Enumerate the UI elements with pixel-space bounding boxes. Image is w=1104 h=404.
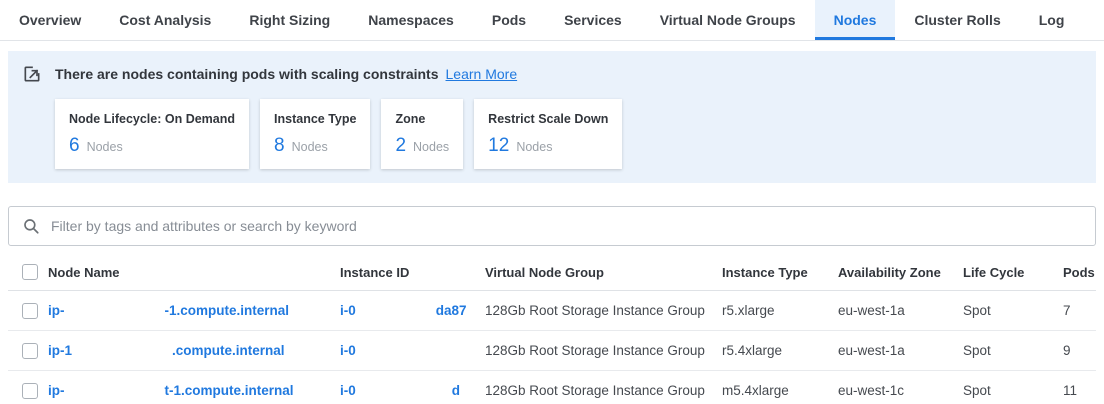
tab-pods[interactable]: Pods — [473, 0, 545, 40]
card-node-lifecycle-on-demand[interactable]: Node Lifecycle: On Demand 6 Nodes — [55, 99, 249, 169]
pods-cell: 7 — [1063, 303, 1096, 318]
col-instance-id: Instance ID — [340, 265, 485, 280]
card-unit: Nodes — [292, 140, 328, 154]
col-pods: Pods — [1063, 265, 1096, 280]
card-title: Zone — [395, 112, 449, 126]
table-row: ip--1.compute.internal i-0da87 128Gb Roo… — [8, 291, 1096, 331]
virtual-node-group-cell: 128Gb Root Storage Instance Group — [485, 303, 722, 318]
table-row: ip-t-1.compute.internal i-0d 128Gb Root … — [8, 371, 1096, 404]
instance-type-cell: r5.xlarge — [722, 303, 838, 318]
life-cycle-cell: Spot — [963, 343, 1063, 358]
table-row: ip-1.compute.internal i-0 128Gb Root Sto… — [8, 331, 1096, 371]
col-node-name: Node Name — [48, 265, 340, 280]
node-name-link[interactable]: ip-1.compute.internal — [48, 343, 340, 358]
card-count: 8 — [274, 135, 285, 157]
select-all-checkbox[interactable] — [22, 264, 38, 280]
card-zone[interactable]: Zone 2 Nodes — [381, 99, 463, 169]
row-checkbox[interactable] — [22, 343, 38, 359]
row-checkbox[interactable] — [22, 383, 38, 399]
table-header-row: Node Name Instance ID Virtual Node Group… — [8, 254, 1096, 291]
availability-zone-cell: eu-west-1a — [838, 303, 963, 318]
learn-more-link[interactable]: Learn More — [446, 66, 518, 82]
scaling-constraints-banner: There are nodes containing pods with sca… — [8, 51, 1096, 183]
search-icon — [22, 217, 40, 235]
external-link-icon — [22, 64, 42, 84]
card-count: 12 — [488, 135, 509, 157]
row-checkbox[interactable] — [22, 303, 38, 319]
banner-message: There are nodes containing pods with sca… — [55, 66, 439, 82]
banner-header: There are nodes containing pods with sca… — [8, 63, 1096, 85]
tab-virtual-node-groups[interactable]: Virtual Node Groups — [641, 0, 815, 40]
tab-overview[interactable]: Overview — [0, 0, 100, 40]
node-name-link[interactable]: ip-t-1.compute.internal — [48, 383, 340, 398]
tab-right-sizing[interactable]: Right Sizing — [230, 0, 349, 40]
tab-cost-analysis[interactable]: Cost Analysis — [100, 0, 230, 40]
filter-bar — [8, 206, 1096, 246]
instance-id-link[interactable]: i-0 — [340, 343, 485, 358]
card-title: Node Lifecycle: On Demand — [69, 112, 235, 126]
card-unit: Nodes — [413, 140, 449, 154]
life-cycle-cell: Spot — [963, 303, 1063, 318]
tab-services[interactable]: Services — [545, 0, 641, 40]
life-cycle-cell: Spot — [963, 383, 1063, 398]
redacted-text — [65, 391, 165, 392]
tab-bar: Overview Cost Analysis Right Sizing Name… — [0, 0, 1104, 41]
card-unit: Nodes — [87, 140, 123, 154]
tab-cluster-rolls[interactable]: Cluster Rolls — [895, 0, 1019, 40]
pods-cell: 11 — [1063, 383, 1096, 398]
redacted-text — [65, 311, 165, 312]
col-life-cycle: Life Cycle — [963, 265, 1063, 280]
card-title: Instance Type — [274, 112, 356, 126]
card-restrict-scale-down[interactable]: Restrict Scale Down 12 Nodes — [474, 99, 622, 169]
card-title: Restrict Scale Down — [488, 112, 608, 126]
redacted-text — [356, 391, 452, 392]
tab-nodes[interactable]: Nodes — [815, 0, 896, 40]
card-instance-type[interactable]: Instance Type 8 Nodes — [260, 99, 370, 169]
redacted-text — [356, 311, 436, 312]
filter-input[interactable] — [51, 218, 1082, 234]
availability-zone-cell: eu-west-1c — [838, 383, 963, 398]
node-name-link[interactable]: ip--1.compute.internal — [48, 303, 340, 318]
card-unit: Nodes — [516, 140, 552, 154]
instance-type-cell: m5.4xlarge — [722, 383, 838, 398]
instance-type-cell: r5.4xlarge — [722, 343, 838, 358]
virtual-node-group-cell: 128Gb Root Storage Instance Group — [485, 383, 722, 398]
tab-log[interactable]: Log — [1020, 0, 1084, 40]
card-count: 2 — [395, 135, 406, 157]
col-instance-type: Instance Type — [722, 265, 838, 280]
instance-id-link[interactable]: i-0da87 — [340, 303, 485, 318]
instance-id-link[interactable]: i-0d — [340, 383, 485, 398]
constraint-cards: Node Lifecycle: On Demand 6 Nodes Instan… — [55, 99, 1096, 169]
card-count: 6 — [69, 135, 80, 157]
col-virtual-node-group: Virtual Node Group — [485, 265, 722, 280]
tab-namespaces[interactable]: Namespaces — [349, 0, 473, 40]
col-availability-zone: Availability Zone — [838, 265, 963, 280]
pods-cell: 9 — [1063, 343, 1096, 358]
virtual-node-group-cell: 128Gb Root Storage Instance Group — [485, 343, 722, 358]
redacted-text — [72, 351, 172, 352]
availability-zone-cell: eu-west-1a — [838, 343, 963, 358]
nodes-table: Node Name Instance ID Virtual Node Group… — [0, 254, 1104, 404]
